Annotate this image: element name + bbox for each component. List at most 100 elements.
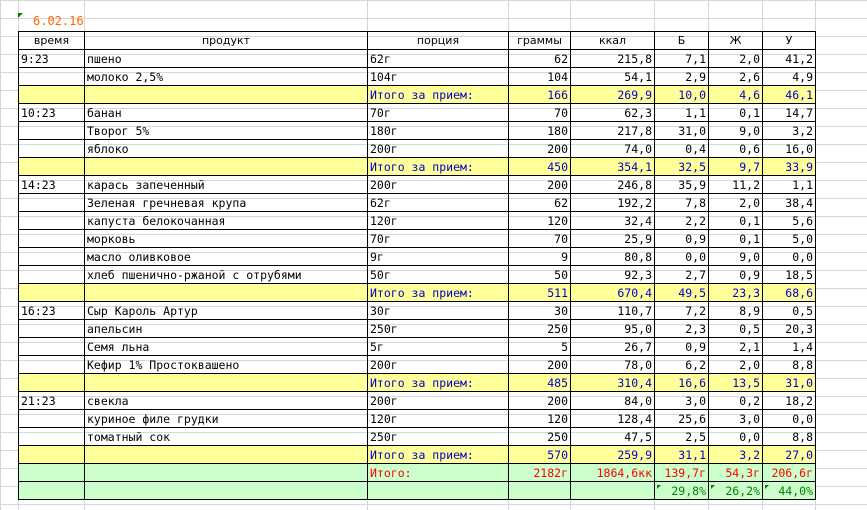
cell-b[interactable]: 7,8 <box>654 193 709 212</box>
cell-b[interactable]: 16,6 <box>654 373 709 392</box>
cell-b[interactable]: 7,1 <box>654 49 709 68</box>
cell-b[interactable]: 2,3 <box>654 319 709 338</box>
percent-cell-grams[interactable] <box>508 481 571 500</box>
cell-time[interactable] <box>18 409 85 428</box>
cell-kcal[interactable]: 110,7 <box>570 301 655 320</box>
total-cell-b[interactable]: 139,7г <box>654 463 709 482</box>
cell-grams[interactable]: 120 <box>508 211 571 230</box>
cell-kcal[interactable]: 269,9 <box>570 85 655 104</box>
cell-product[interactable] <box>84 283 368 302</box>
cell-product[interactable]: Сыр Кароль Артур <box>84 301 368 320</box>
cell-kcal[interactable]: 215,8 <box>570 49 655 68</box>
cell-product[interactable]: банан <box>84 103 368 122</box>
cell-b[interactable]: 0,4 <box>654 139 709 158</box>
cell-grams[interactable]: 70 <box>508 229 571 248</box>
cell-grams[interactable]: 30 <box>508 301 571 320</box>
cell-zh[interactable]: 8,9 <box>708 301 763 320</box>
cell-u[interactable]: 18,2 <box>762 391 816 410</box>
cell-portion[interactable]: 200г <box>367 355 509 374</box>
header-cell[interactable]: продукт <box>84 31 368 50</box>
cell-b[interactable]: 6,2 <box>654 355 709 374</box>
total-cell-portion[interactable]: Итого: <box>367 463 509 482</box>
cell-time[interactable] <box>18 85 85 104</box>
cell-time[interactable] <box>18 445 85 464</box>
cell-kcal[interactable]: 95,0 <box>570 319 655 338</box>
percent-cell-u[interactable]: 44,0% <box>762 481 816 500</box>
cell-u[interactable]: 3,2 <box>762 121 816 140</box>
cell-grams[interactable]: 62 <box>508 193 571 212</box>
cell-time[interactable] <box>18 229 85 248</box>
cell-time[interactable] <box>18 247 85 266</box>
cell-product[interactable]: Зеленая гречневая крупа <box>84 193 368 212</box>
cell-kcal[interactable]: 84,0 <box>570 391 655 410</box>
cell-b[interactable]: 1,1 <box>654 103 709 122</box>
header-cell[interactable]: Б <box>654 31 709 50</box>
cell-u[interactable]: 8,8 <box>762 355 816 374</box>
cell-portion[interactable]: 70г <box>367 229 509 248</box>
total-cell-u[interactable]: 206,6г <box>762 463 816 482</box>
cell-kcal[interactable]: 670,4 <box>570 283 655 302</box>
cell-b[interactable]: 3,0 <box>654 391 709 410</box>
cell-b[interactable]: 25,6 <box>654 409 709 428</box>
cell-zh[interactable]: 0,1 <box>708 229 763 248</box>
cell-u[interactable]: 5,0 <box>762 229 816 248</box>
cell-portion[interactable]: 50г <box>367 265 509 284</box>
cell-portion[interactable]: 5г <box>367 337 509 356</box>
cell-kcal[interactable]: 26,7 <box>570 337 655 356</box>
percent-cell-zh[interactable]: 26,2% <box>708 481 763 500</box>
cell-grams[interactable]: 180 <box>508 121 571 140</box>
cell-u[interactable]: 20,3 <box>762 319 816 338</box>
cell-product[interactable]: капуста белокочанная <box>84 211 368 230</box>
cell-b[interactable]: 2,9 <box>654 67 709 86</box>
cell-u[interactable]: 0,5 <box>762 301 816 320</box>
cell-portion[interactable]: 200г <box>367 175 509 194</box>
cell-zh[interactable]: 9,0 <box>708 247 763 266</box>
cell-portion[interactable]: 70г <box>367 103 509 122</box>
cell-zh[interactable]: 3,0 <box>708 409 763 428</box>
cell-kcal[interactable]: 246,8 <box>570 175 655 194</box>
cell-portion[interactable]: 180г <box>367 121 509 140</box>
cell-b[interactable]: 31,0 <box>654 121 709 140</box>
total-cell-kcal[interactable]: 1864,6кк <box>570 463 655 482</box>
cell-u[interactable]: 18,5 <box>762 265 816 284</box>
cell-b[interactable]: 2,5 <box>654 427 709 446</box>
cell-u[interactable]: 46,1 <box>762 85 816 104</box>
cell-grams[interactable]: 250 <box>508 427 571 446</box>
cell-zh[interactable]: 9,0 <box>708 121 763 140</box>
cell-grams[interactable]: 250 <box>508 319 571 338</box>
cell-u[interactable]: 8,8 <box>762 427 816 446</box>
cell-portion[interactable]: 250г <box>367 319 509 338</box>
cell-time[interactable] <box>18 427 85 446</box>
cell-portion[interactable]: 30г <box>367 301 509 320</box>
cell-u[interactable]: 5,6 <box>762 211 816 230</box>
cell-kcal[interactable]: 310,4 <box>570 373 655 392</box>
cell-grams[interactable]: 120 <box>508 409 571 428</box>
cell-zh[interactable]: 0,1 <box>708 211 763 230</box>
cell-product[interactable] <box>84 157 368 176</box>
cell-portion[interactable]: Итого за прием: <box>367 445 509 464</box>
cell-portion[interactable]: Итого за прием: <box>367 85 509 104</box>
cell-product[interactable]: свекла <box>84 391 368 410</box>
cell-zh[interactable]: 0,2 <box>708 391 763 410</box>
cell-kcal[interactable]: 78,0 <box>570 355 655 374</box>
cell-u[interactable]: 41,2 <box>762 49 816 68</box>
percent-cell-kcal[interactable] <box>570 481 655 500</box>
cell-portion[interactable]: 250г <box>367 427 509 446</box>
cell-product[interactable]: Кефир 1% Простоквашено <box>84 355 368 374</box>
cell-u[interactable]: 68,6 <box>762 283 816 302</box>
cell-u[interactable]: 0,0 <box>762 409 816 428</box>
cell-time[interactable] <box>18 211 85 230</box>
cell-time[interactable] <box>18 67 85 86</box>
cell-kcal[interactable]: 62,3 <box>570 103 655 122</box>
header-cell[interactable]: У <box>762 31 816 50</box>
cell-kcal[interactable]: 54,1 <box>570 67 655 86</box>
header-cell[interactable]: ккал <box>570 31 655 50</box>
cell-zh[interactable]: 0,0 <box>708 427 763 446</box>
total-cell-grams[interactable]: 2182г <box>508 463 571 482</box>
cell-zh[interactable]: 11,2 <box>708 175 763 194</box>
sheet-date[interactable]: 6.02.16 <box>33 14 84 28</box>
cell-u[interactable]: 31,0 <box>762 373 816 392</box>
cell-product[interactable]: молоко 2,5% <box>84 67 368 86</box>
cell-b[interactable]: 32,5 <box>654 157 709 176</box>
cell-grams[interactable]: 485 <box>508 373 571 392</box>
